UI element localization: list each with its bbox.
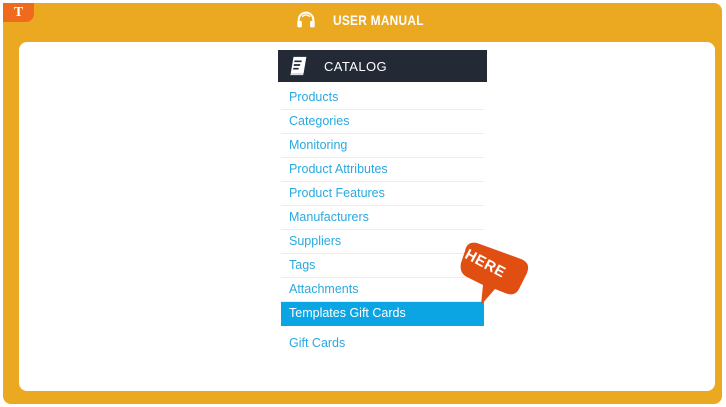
menu-item-tags[interactable]: Tags [281, 254, 484, 278]
menu-item-categories[interactable]: Categories [281, 110, 484, 134]
catalog-submenu: Products Categories Monitoring Product A… [278, 82, 487, 356]
menu-item-templates-gift-cards[interactable]: Templates Gift Cards [281, 302, 484, 326]
catalog-header[interactable]: CATALOG [278, 50, 487, 82]
page-header: USER MANUAL [0, 0, 726, 40]
catalog-title: CATALOG [324, 58, 387, 74]
menu-item-products[interactable]: Products [281, 86, 484, 110]
menu-item-product-features[interactable]: Product Features [281, 182, 484, 206]
menu-item-suppliers[interactable]: Suppliers [281, 230, 484, 254]
menu-item-gift-cards[interactable]: Gift Cards [281, 332, 484, 356]
menu-item-product-attributes[interactable]: Product Attributes [281, 158, 484, 182]
headset-icon [296, 11, 315, 28]
book-icon [290, 56, 307, 76]
menu-item-monitoring[interactable]: Monitoring [281, 134, 484, 158]
menu-item-attachments[interactable]: Attachments [281, 278, 484, 302]
catalog-menu: CATALOG Products Categories Monitoring P… [278, 50, 487, 356]
menu-item-manufacturers[interactable]: Manufacturers [281, 206, 484, 230]
page-title: USER MANUAL [332, 12, 424, 28]
